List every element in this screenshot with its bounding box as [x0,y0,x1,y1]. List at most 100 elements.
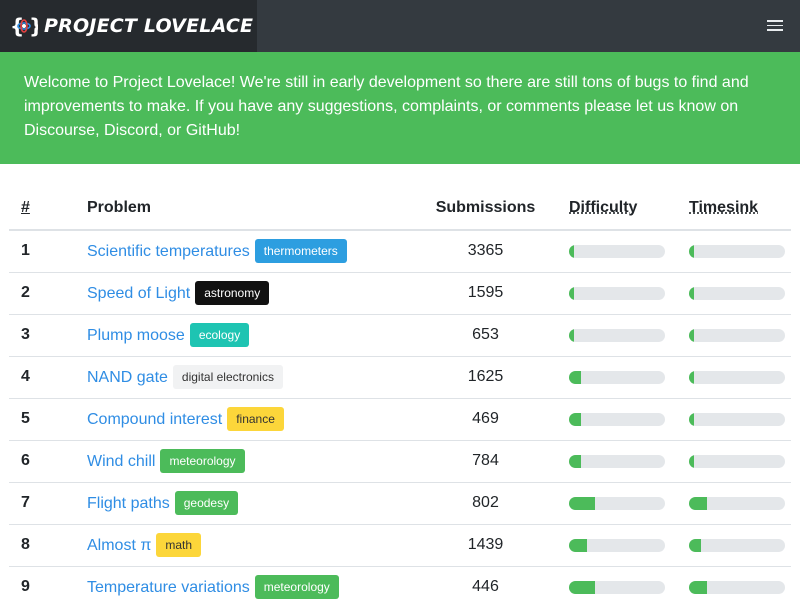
table-row: 9 Temperature variations meteorology 446 [9,566,791,600]
difficulty-bar-fill [569,286,574,300]
submission-count: 1439 [414,524,557,567]
timesink-bar-fill [689,244,694,258]
problem-number: 7 [9,482,75,525]
timesink-bar [689,370,785,384]
submission-count: 3365 [414,230,557,273]
table-row: 8 Almost π math 1439 [9,524,791,567]
difficulty-bar [569,286,665,300]
problems-table: # Problem Submissions Difficulty Timesin… [9,186,791,600]
timesink-bar-fill [689,412,694,426]
problem-cell: Speed of Light astronomy [75,272,414,315]
difficulty-cell [557,314,677,357]
difficulty-cell [557,524,677,567]
column-header-difficulty[interactable]: Difficulty [557,186,677,231]
column-header-problem[interactable]: Problem [75,186,414,231]
topic-tag[interactable]: astronomy [195,281,270,305]
timesink-bar-fill [689,538,702,552]
problem-cell: Flight paths geodesy [75,482,414,525]
topic-tag[interactable]: meteorology [160,449,245,473]
welcome-alert-text: Welcome to Project Lovelace! We're still… [24,74,749,139]
topic-tag[interactable]: meteorology [254,575,339,599]
brand-home-link[interactable]: { } PROJECT LOVELACE [0,0,257,52]
topic-tag[interactable]: finance [227,407,284,431]
difficulty-bar [569,370,665,384]
problem-link[interactable]: NAND gate [87,369,168,386]
problem-link[interactable]: Wind chill [87,453,155,470]
difficulty-cell [557,356,677,399]
timesink-cell [677,398,791,441]
problem-number: 1 [9,230,75,273]
table-row: 1 Scientific temperatures thermometers 3365 [9,230,791,273]
timesink-bar [689,244,785,258]
submission-count: 653 [414,314,557,357]
topic-tag[interactable]: digital electronics [172,365,283,389]
difficulty-bar-fill [569,370,582,384]
timesink-bar [689,454,785,468]
column-header-timesink[interactable]: Timesink [677,186,791,231]
difficulty-bar [569,580,665,594]
timesink-bar-fill [689,328,694,342]
difficulty-bar-fill [569,454,582,468]
timesink-bar-fill [689,580,708,594]
difficulty-cell [557,440,677,483]
topic-tag[interactable]: thermometers [254,239,347,264]
submission-count: 784 [414,440,557,483]
timesink-cell [677,272,791,315]
braces-atom-logo-icon: { } [10,13,38,39]
problem-number: 2 [9,272,75,315]
timesink-cell [677,230,791,273]
problem-number: 8 [9,524,75,567]
problem-link[interactable]: Speed of Light [87,285,190,302]
difficulty-cell [557,398,677,441]
navbar: { } PROJECT LOVELACE [0,0,800,52]
problem-link[interactable]: Compound interest [87,411,222,428]
problems-table-container: # Problem Submissions Difficulty Timesin… [9,186,791,600]
difficulty-bar [569,538,665,552]
difficulty-bar [569,244,665,258]
topic-tag[interactable]: ecology [189,323,250,347]
timesink-bar [689,496,785,510]
timesink-cell [677,356,791,399]
timesink-bar [689,328,785,342]
problem-link[interactable]: Temperature variations [87,579,250,596]
difficulty-cell [557,230,677,273]
timesink-cell [677,314,791,357]
welcome-alert: Welcome to Project Lovelace! We're still… [0,52,800,164]
table-header-row: # Problem Submissions Difficulty Timesin… [9,186,791,231]
difficulty-cell [557,482,677,525]
problem-number: 9 [9,566,75,600]
timesink-cell [677,524,791,567]
problem-number: 6 [9,440,75,483]
problem-cell: Scientific temperatures thermometers [75,230,414,273]
difficulty-bar [569,412,665,426]
problem-cell: Plump moose ecology [75,314,414,357]
problem-link[interactable]: Flight paths [87,495,170,512]
hamburger-menu-icon[interactable] [766,17,784,35]
problem-cell: Almost π math [75,524,414,567]
topic-tag[interactable]: math [156,533,202,557]
difficulty-bar-fill [569,580,595,594]
problem-link[interactable]: Plump moose [87,327,185,344]
problem-cell: Temperature variations meteorology [75,566,414,600]
table-row: 4 NAND gate digital electronics 1625 [9,356,791,399]
table-row: 5 Compound interest finance 469 [9,398,791,441]
problem-link[interactable]: Almost π [87,537,151,554]
timesink-bar-fill [689,286,694,300]
problem-cell: Wind chill meteorology [75,440,414,483]
difficulty-bar [569,496,665,510]
timesink-bar [689,580,785,594]
timesink-cell [677,566,791,600]
timesink-bar [689,286,785,300]
difficulty-bar-fill [569,412,582,426]
column-header-number[interactable]: # [9,186,75,231]
brand-name: PROJECT LOVELACE [44,15,254,37]
difficulty-bar [569,328,665,342]
problem-number: 5 [9,398,75,441]
timesink-cell [677,440,791,483]
difficulty-cell [557,566,677,600]
problem-number: 3 [9,314,75,357]
column-header-submissions[interactable]: Submissions [414,186,557,231]
difficulty-bar-fill [569,244,574,258]
problem-link[interactable]: Scientific temperatures [87,243,250,260]
topic-tag[interactable]: geodesy [174,491,239,515]
